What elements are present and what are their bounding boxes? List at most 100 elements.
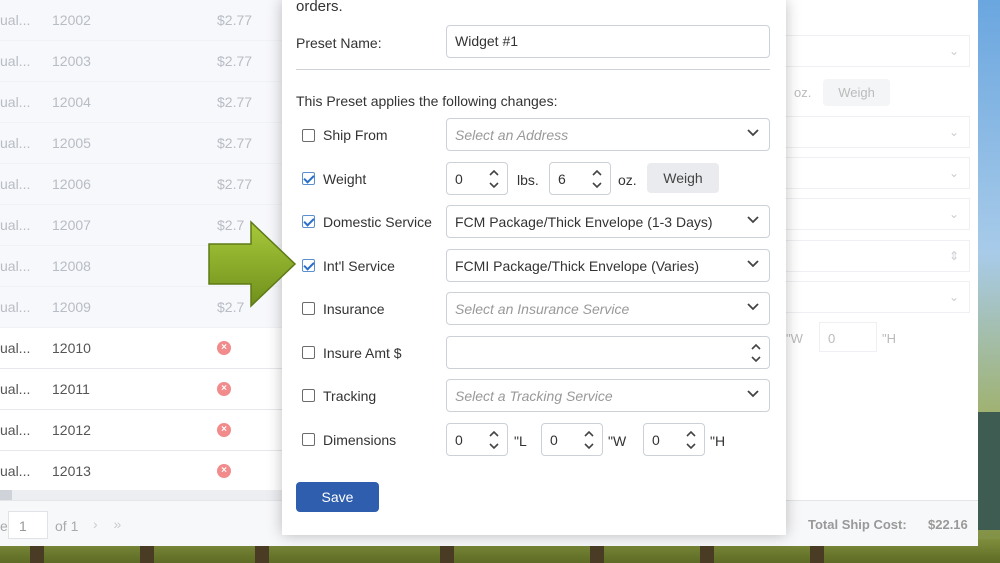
table-row[interactable]: ual... 12005 $2.77: [0, 123, 282, 164]
divider: [296, 69, 770, 70]
row-service: ual...: [0, 463, 31, 479]
height-unit-label: "H: [882, 331, 897, 346]
insurance-select[interactable]: Select an Insurance Service: [446, 292, 770, 325]
width-stepper[interactable]: 0: [541, 423, 603, 456]
insurance-checkbox[interactable]: [302, 302, 315, 315]
fence-post: [440, 543, 454, 563]
fence-post: [810, 543, 824, 563]
weigh-button[interactable]: Weigh: [647, 163, 719, 193]
x-circle-icon: ×: [217, 464, 231, 478]
total-ship-cost-label: Total Ship Cost:: [808, 517, 907, 532]
ship-from-label: Ship From: [323, 127, 388, 143]
stepper-arrows-icon[interactable]: [686, 428, 696, 452]
intl-service-value: FCMI Package/Thick Envelope (Varies): [455, 258, 700, 274]
weight-lbs-value: 0: [455, 171, 463, 187]
row-service: ual...: [0, 381, 31, 397]
detail-select[interactable]: ⌄: [786, 116, 970, 148]
table-row[interactable]: ual... 12010 ×: [0, 328, 282, 369]
row-service: ual...: [0, 299, 31, 315]
stepper-arrows-icon: ⇕: [948, 249, 959, 263]
height-input[interactable]: 0: [819, 322, 877, 352]
length-stepper[interactable]: 0: [446, 423, 508, 456]
ship-from-select[interactable]: Select an Address: [446, 118, 770, 151]
intl-service-label: Int'l Service: [323, 258, 395, 274]
stepper-arrows-icon[interactable]: [592, 167, 602, 191]
insure-amount-input[interactable]: [446, 336, 770, 369]
next-page-buttons[interactable]: › »: [93, 516, 127, 532]
insurance-placeholder: Select an Insurance Service: [455, 301, 630, 317]
table-row[interactable]: ual... 12006 $2.77: [0, 164, 282, 205]
tracking-checkbox[interactable]: [302, 389, 315, 402]
background-barn: [978, 412, 1000, 530]
row-order-number: 12009: [52, 299, 91, 315]
row-order-number: 12004: [52, 94, 91, 110]
insure-amount-label: Insure Amt $: [323, 345, 402, 361]
height-stepper[interactable]: 0: [643, 423, 705, 456]
row-service: ual...: [0, 135, 31, 151]
lbs-unit-label: lbs.: [517, 172, 539, 188]
oz-unit-label: oz.: [618, 172, 637, 188]
chevron-down-icon: [747, 216, 759, 224]
ship-from-checkbox[interactable]: [302, 129, 315, 142]
intl-service-checkbox[interactable]: [302, 259, 315, 272]
insurance-label: Insurance: [323, 301, 385, 317]
preset-name-label: Preset Name:: [296, 35, 382, 51]
row-service: ual...: [0, 217, 31, 233]
weight-checkbox[interactable]: [302, 172, 315, 185]
stepper-arrows-icon[interactable]: [489, 428, 499, 452]
weigh-button[interactable]: Weigh: [823, 79, 890, 106]
chevron-down-icon: [747, 390, 759, 398]
detail-select[interactable]: ⌄: [786, 281, 970, 313]
width-value: 0: [550, 432, 558, 448]
width-unit-label: "W: [608, 433, 627, 449]
stepper-arrows-icon[interactable]: [584, 428, 594, 452]
domestic-service-label: Domestic Service: [323, 214, 432, 230]
domestic-service-checkbox[interactable]: [302, 215, 315, 228]
intl-service-select[interactable]: FCMI Package/Thick Envelope (Varies): [446, 249, 770, 282]
tracking-select[interactable]: Select a Tracking Service: [446, 379, 770, 412]
horizontal-scrollbar[interactable]: [0, 490, 282, 500]
table-row[interactable]: ual... 12011 ×: [0, 369, 282, 410]
stepper-arrows-icon[interactable]: [489, 167, 499, 191]
chevron-down-icon: ⌄: [948, 290, 959, 304]
row-service: ual...: [0, 94, 31, 110]
row-order-number: 12008: [52, 258, 91, 274]
table-row[interactable]: ual... 12012 ×: [0, 410, 282, 451]
detail-select[interactable]: ⌄: [786, 157, 970, 189]
chevron-down-icon: ⌄: [948, 166, 959, 180]
detail-stepper[interactable]: ⇕: [786, 240, 970, 272]
preset-name-input[interactable]: Widget #1: [446, 25, 770, 58]
domestic-service-select[interactable]: FCM Package/Thick Envelope (1-3 Days): [446, 205, 770, 238]
insure-amount-checkbox[interactable]: [302, 346, 315, 359]
row-order-number: 12002: [52, 12, 91, 28]
detail-select[interactable]: ⌄: [786, 35, 970, 67]
table-row[interactable]: ual... 12004 $2.77: [0, 82, 282, 123]
weight-lbs-stepper[interactable]: 0: [446, 162, 508, 195]
row-order-number: 12006: [52, 176, 91, 192]
tracking-placeholder: Select a Tracking Service: [455, 388, 613, 404]
domestic-service-value: FCM Package/Thick Envelope (1-3 Days): [455, 214, 713, 230]
ship-from-placeholder: Select an Address: [455, 127, 569, 143]
chevron-down-icon: ⌄: [948, 125, 959, 139]
dialog-description: orders.: [296, 0, 343, 15]
row-order-number: 12013: [52, 463, 91, 479]
detail-select[interactable]: ⌄: [786, 198, 970, 230]
dimensions-label: Dimensions: [323, 432, 397, 448]
chevron-down-icon: ⌄: [948, 207, 959, 221]
height-value: 0: [652, 432, 660, 448]
weight-oz-stepper[interactable]: 6: [549, 162, 611, 195]
save-button[interactable]: Save: [296, 482, 379, 512]
fence-post: [140, 543, 154, 563]
dimensions-checkbox[interactable]: [302, 433, 315, 446]
scrollbar-thumb[interactable]: [0, 490, 12, 500]
x-circle-icon: ×: [217, 423, 231, 437]
table-row[interactable]: ual... 12013 ×: [0, 451, 282, 492]
page-number-input[interactable]: 1: [8, 511, 48, 539]
preset-dialog: orders. Preset Name: Widget #1 This Pres…: [282, 0, 786, 535]
table-row[interactable]: ual... 12002 $2.77: [0, 0, 282, 41]
chevron-down-icon: [747, 129, 759, 137]
annotation-arrow-icon: [208, 220, 297, 308]
row-service: ual...: [0, 12, 31, 28]
stepper-arrows-icon[interactable]: [751, 341, 761, 365]
table-row[interactable]: ual... 12003 $2.77: [0, 41, 282, 82]
